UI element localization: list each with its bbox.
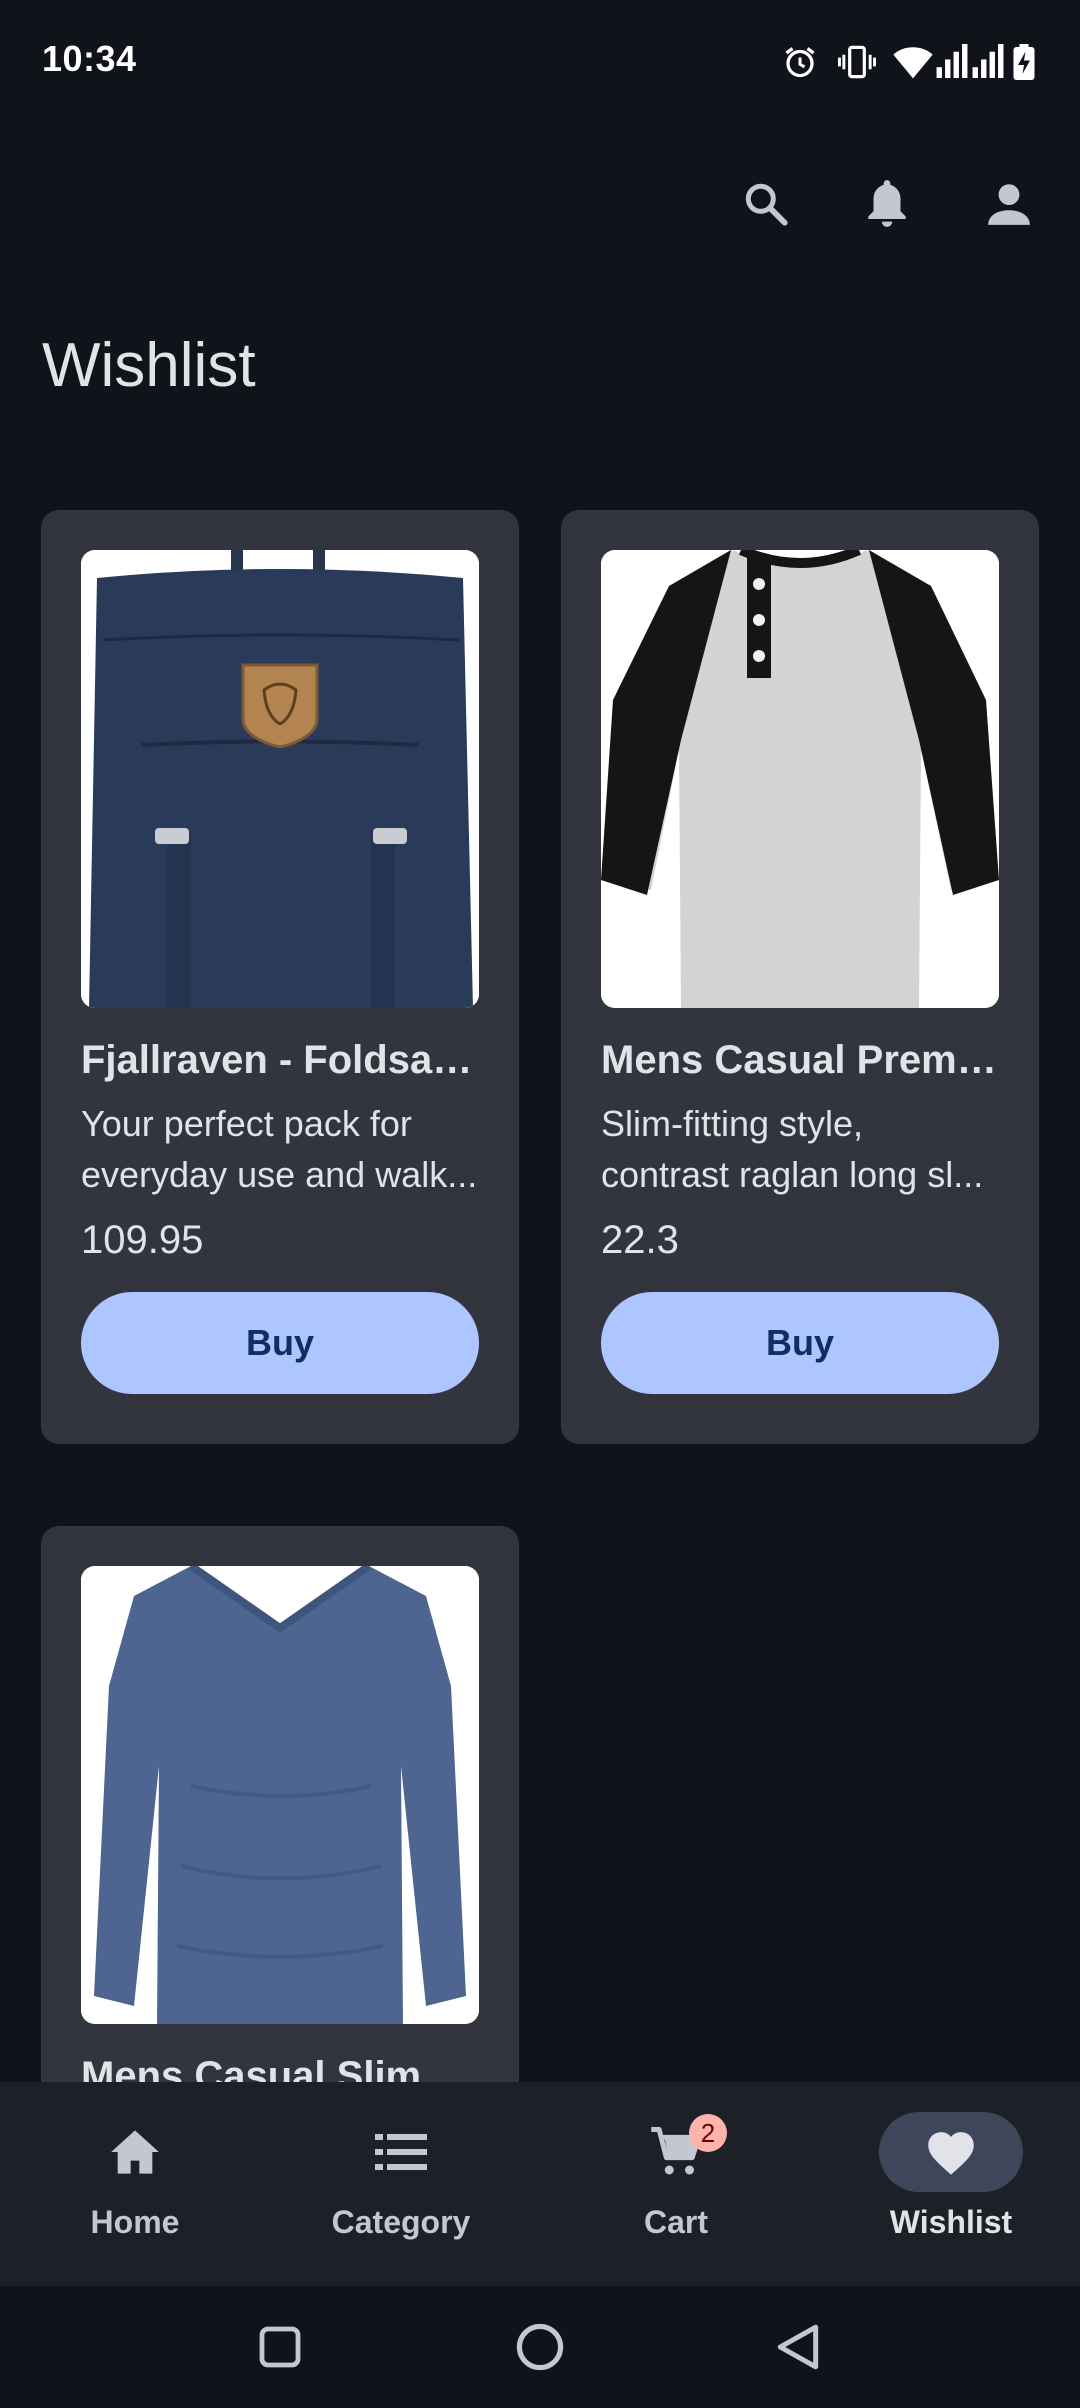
product-image[interactable] [81,550,479,1008]
product-price: 22.3 [601,1218,679,1262]
nav-label: Cart [643,2204,708,2240]
vibrate-icon [838,45,876,79]
signal-icon [936,44,968,78]
notifications-icon [868,180,906,227]
product-card[interactable]: Mens Casual Premi... Slim-fitting style,… [561,510,1039,1444]
product-title: Mens Casual Slim Fit [81,2054,479,2082]
cart-badge: 2 [689,2114,727,2152]
product-description: Your perfect pack for everyday use and w… [81,1103,478,1195]
system-navigation-bar [0,2286,1080,2408]
heart-icon [928,2132,974,2175]
nav-icon-container [879,2112,1023,2192]
backpack-image [81,550,479,1008]
account-button[interactable] [973,168,1045,240]
product-image[interactable] [601,550,999,1008]
nav-icon-container [329,2112,473,2192]
product-description: Slim-fitting style, contrast raglan long… [601,1103,984,1195]
nav-icon-container [63,2112,207,2192]
home-button[interactable] [507,2314,573,2380]
recents-icon [259,2326,301,2368]
product-title: Mens Casual Premi... [601,1038,999,1082]
nav-label: Wishlist [889,2204,1013,2240]
home-icon [111,2130,159,2174]
product-card[interactable]: Mens Casual Slim Fit [41,1526,519,2082]
buy-button[interactable]: Buy [81,1292,479,1394]
back-button[interactable] [766,2314,832,2380]
battery-charging-icon [1013,44,1035,80]
long-sleeve-shirt-image [81,1566,479,2024]
nav-item-category[interactable]: Category [266,2082,536,2286]
bottom-navigation: Home Category 2 Cart Wishlist [0,2082,1080,2286]
status-bar: 10:34 [0,0,1080,120]
nav-item-home[interactable]: Home [0,2082,270,2286]
search-icon [745,183,788,226]
nav-icon-container [604,2112,748,2192]
account-icon [988,184,1030,225]
recents-button[interactable] [247,2314,313,2380]
nav-item-cart[interactable]: 2 Cart [541,2082,811,2286]
notifications-button[interactable] [851,168,923,240]
product-image[interactable] [81,1566,479,2024]
buy-button[interactable]: Buy [601,1292,999,1394]
nav-label: Category [331,2204,471,2240]
alarm-icon [785,47,815,78]
product-card[interactable]: Fjallraven - Foldsac... Your perfect pac… [41,510,519,1444]
product-title: Fjallraven - Foldsac... [81,1038,479,1082]
page-title: Wishlist [42,331,256,400]
wifi-icon [893,47,933,79]
product-price: 109.95 [81,1218,204,1262]
raglan-shirt-image [601,550,999,1008]
list-icon [375,2134,427,2170]
status-time: 10:34 [42,38,137,79]
nav-label: Home [90,2204,180,2240]
back-triangle-icon [777,2324,819,2370]
search-button[interactable] [730,168,802,240]
nav-item-wishlist[interactable]: Wishlist [816,2082,1080,2286]
circle-home-icon [516,2323,564,2371]
signal-icon [972,44,1004,78]
